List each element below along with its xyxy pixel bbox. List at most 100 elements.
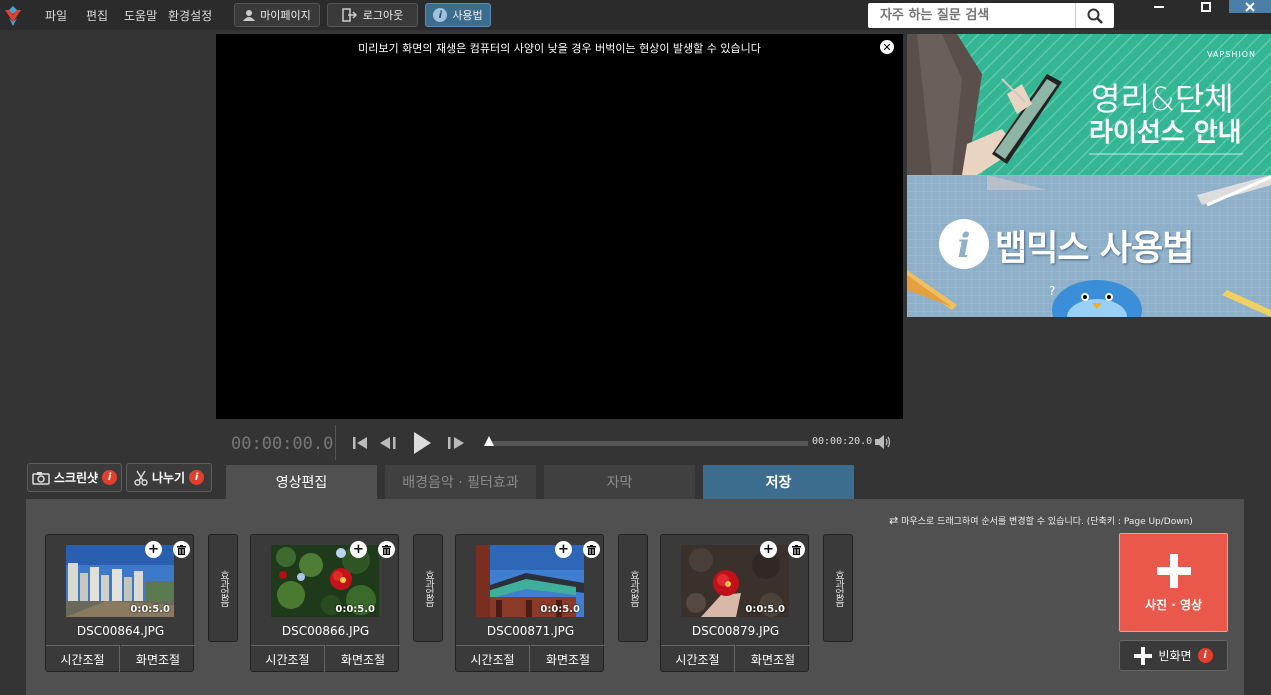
mypage-button[interactable]: 마이페이지: [234, 3, 320, 27]
add-icon[interactable]: +: [555, 541, 572, 558]
tab-music-filter[interactable]: 배경음악 · 필터효과: [385, 465, 536, 499]
screen-adjust-button[interactable]: 화면조절: [531, 645, 605, 672]
minimize-icon: [1154, 5, 1164, 8]
screen-adjust-button[interactable]: 화면조절: [326, 645, 400, 672]
clip-card[interactable]: 0:0:5.0 + DSC00866.JPG 시간조절 화면조절: [250, 534, 400, 672]
transition-effect[interactable]: 효과없음: [618, 534, 648, 642]
preview-notice: 미리보기 화면의 재생은 컴퓨터의 사양이 낮을 경우 버벅이는 현상이 발생할…: [358, 42, 761, 55]
effect-label: 효과없음: [217, 570, 229, 606]
add-icon[interactable]: +: [145, 541, 162, 558]
info-icon: i: [433, 8, 448, 22]
seek-handle[interactable]: [484, 436, 494, 446]
end-time: 00:00:20.0: [812, 436, 873, 447]
add-icon[interactable]: +: [350, 541, 367, 558]
reorder-icon: ⇄: [889, 514, 899, 527]
add-icon[interactable]: +: [760, 541, 777, 558]
menu-edit[interactable]: 편집: [86, 7, 108, 24]
usage-banner-title: 뱁믹스 사용법: [995, 229, 1194, 269]
time-adjust-button[interactable]: 시간조절: [661, 645, 735, 672]
close-notice-button[interactable]: ✕: [880, 40, 894, 54]
clip-duration: 0:0:5.0: [130, 604, 170, 615]
title-bar: 파일 편집 도움말 환경설정 마이페이지 로그아웃 i 사용법: [0, 0, 1271, 30]
video-preview[interactable]: 미리보기 화면의 재생은 컴퓨터의 사양이 낮을 경우 버벅이는 현상이 발생할…: [216, 34, 903, 419]
user-icon: [243, 10, 256, 21]
clip-filename: DSC00871.JPG: [486, 624, 575, 638]
trash-icon[interactable]: [788, 541, 805, 558]
menu-help[interactable]: 도움말: [124, 7, 157, 24]
effect-label: 효과없음: [832, 570, 844, 606]
search-icon: [1087, 8, 1103, 24]
effect-label: 효과없음: [627, 570, 639, 606]
banner-brand: VAPSHION: [1207, 50, 1256, 59]
close-window-button[interactable]: [1229, 0, 1271, 13]
current-time: 00:00:00.0: [231, 434, 334, 454]
clip-duration: 0:0:5.0: [540, 604, 580, 615]
play-icon[interactable]: [412, 431, 432, 455]
screenshot-label: 스크린샷: [53, 471, 99, 485]
menu-settings[interactable]: 환경설정: [168, 7, 212, 24]
banner-line2: 라이선스 안내: [1089, 118, 1242, 148]
usage-button[interactable]: i 사용법: [425, 3, 491, 27]
transition-effect[interactable]: 효과없음: [208, 534, 238, 642]
split-info-icon[interactable]: i: [189, 470, 205, 485]
effect-label: 효과없음: [422, 570, 434, 606]
reorder-hint: ⇄ 마우스로 드래그하여 순서를 변경할 수 있습니다. (단축키 : Page…: [889, 514, 1193, 527]
tab-save[interactable]: 저장: [703, 465, 854, 499]
logout-button[interactable]: 로그아웃: [327, 3, 418, 27]
logout-icon: [342, 8, 357, 22]
search-button[interactable]: [1075, 3, 1114, 28]
faq-search-input[interactable]: [868, 3, 1074, 28]
screenshot-button[interactable]: 스크린샷 i: [27, 463, 122, 492]
camera-icon: [32, 471, 50, 485]
svg-text:i: i: [958, 226, 971, 266]
clip-duration: 0:0:5.0: [745, 604, 785, 615]
usage-label: 사용법: [452, 9, 483, 22]
app-logo-icon: [5, 6, 21, 26]
clip-filename: DSC00864.JPG: [76, 624, 165, 638]
maximize-icon: [1201, 1, 1211, 12]
add-media-label: 사진 · 영상: [1144, 598, 1203, 612]
trash-icon[interactable]: [378, 541, 395, 558]
clip-filename: DSC00866.JPG: [281, 624, 370, 638]
clip-card[interactable]: 0:0:5.0 + DSC00879.JPG 시간조절 화면조절: [660, 534, 810, 672]
plus-icon: [1157, 554, 1191, 588]
screen-adjust-button[interactable]: 화면조절: [736, 645, 810, 672]
close-icon: [1245, 1, 1255, 12]
add-media-button[interactable]: 사진 · 영상: [1119, 533, 1228, 632]
usage-banner[interactable]: i ? 뱁믹스 사용법: [907, 175, 1271, 317]
svg-text:?: ?: [1049, 284, 1055, 298]
step-forward-icon[interactable]: [446, 435, 466, 451]
screen-adjust-button[interactable]: 화면조절: [121, 645, 195, 672]
volume-icon[interactable]: [874, 434, 892, 450]
faq-search: [868, 3, 1114, 28]
blank-screen-label: 빈화면: [1158, 649, 1192, 663]
time-adjust-button[interactable]: 시간조절: [46, 645, 120, 672]
minimize-button[interactable]: [1137, 0, 1181, 13]
trash-icon[interactable]: [173, 541, 190, 558]
mypage-label: 마이페이지: [260, 9, 311, 22]
license-banner[interactable]: VAPSHION 영리&단체 라이선스 안내: [907, 34, 1271, 175]
transition-effect[interactable]: 효과없음: [823, 534, 853, 642]
clip-card[interactable]: 0:0:5.0 + DSC00864.JPG 시간조절 화면조절: [45, 534, 195, 672]
reorder-hint-text: 마우스로 드래그하여 순서를 변경할 수 있습니다. (단축키 : Page U…: [901, 517, 1193, 527]
skip-to-start-icon[interactable]: [352, 435, 368, 451]
maximize-button[interactable]: [1184, 0, 1228, 13]
menu-file[interactable]: 파일: [45, 7, 67, 24]
step-back-icon[interactable]: [378, 435, 398, 451]
blank-screen-button[interactable]: 빈화면 i: [1119, 640, 1228, 671]
clip-duration: 0:0:5.0: [335, 604, 375, 615]
time-adjust-button[interactable]: 시간조절: [456, 645, 530, 672]
tab-video-edit[interactable]: 영상편집: [226, 465, 377, 499]
plus-icon: [1134, 646, 1153, 665]
trash-icon[interactable]: [583, 541, 600, 558]
split-button[interactable]: 나누기 i: [126, 463, 212, 492]
clip-filename: DSC00879.JPG: [691, 624, 780, 638]
split-label: 나누기: [151, 471, 186, 485]
time-adjust-button[interactable]: 시간조절: [251, 645, 325, 672]
seek-bar[interactable]: [488, 441, 808, 446]
clip-card[interactable]: 0:0:5.0 + DSC00871.JPG 시간조절 화면조절: [455, 534, 605, 672]
transition-effect[interactable]: 효과없음: [413, 534, 443, 642]
blank-screen-info-icon[interactable]: i: [1197, 648, 1213, 663]
tab-subtitle[interactable]: 자막: [544, 465, 695, 499]
screenshot-info-icon[interactable]: i: [102, 470, 118, 485]
